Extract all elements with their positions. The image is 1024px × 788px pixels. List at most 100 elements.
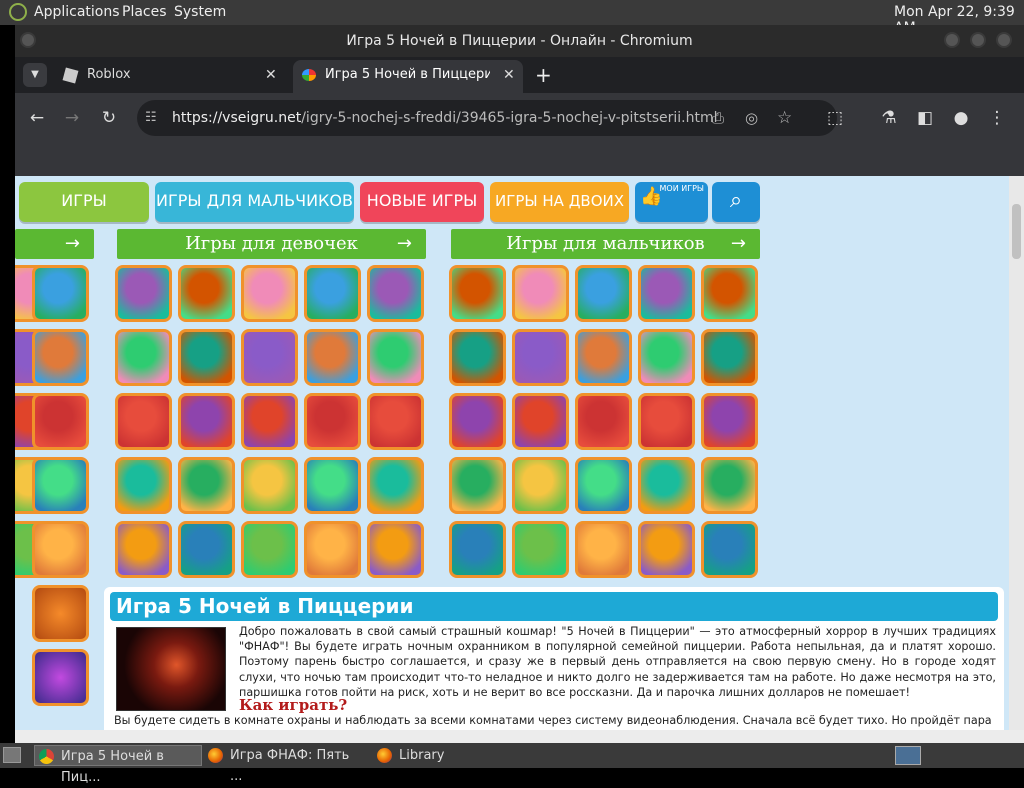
menu-system[interactable]: System	[174, 4, 226, 20]
game-thumbnail[interactable]	[638, 329, 695, 386]
show-desktop-icon[interactable]	[3, 747, 21, 763]
window-titlebar[interactable]: Игра 5 Ночей в Пиццерии - Онлайн - Chrom…	[15, 25, 1024, 57]
game-thumbnail[interactable]	[701, 521, 758, 578]
reload-icon[interactable]: ↻	[97, 106, 121, 130]
site-search-button[interactable]: ⌕	[712, 182, 760, 222]
game-thumbnail[interactable]	[701, 393, 758, 450]
game-thumbnail[interactable]	[241, 393, 298, 450]
game-thumbnail[interactable]	[575, 457, 632, 514]
game-thumbnail[interactable]	[638, 457, 695, 514]
site-info-icon[interactable]: ☷	[145, 100, 157, 136]
game-thumbnail[interactable]	[32, 649, 89, 706]
tab-search-button[interactable]: ▼	[23, 63, 47, 87]
game-thumbnail[interactable]	[575, 329, 632, 386]
game-thumbnail[interactable]	[367, 521, 424, 578]
category-header-partial[interactable]: →	[15, 229, 94, 259]
game-thumbnail[interactable]	[367, 457, 424, 514]
game-thumbnail[interactable]	[512, 521, 569, 578]
category-header-girls[interactable]: Игры для девочек →	[117, 229, 426, 259]
game-thumbnail[interactable]	[32, 521, 89, 578]
game-thumbnail[interactable]	[638, 265, 695, 322]
horizontal-scrollbar[interactable]	[15, 730, 1024, 743]
game-thumbnail[interactable]	[115, 457, 172, 514]
game-thumbnail[interactable]	[449, 393, 506, 450]
game-thumbnail[interactable]	[32, 265, 89, 322]
game-thumbnail[interactable]	[304, 265, 361, 322]
game-thumbnail[interactable]	[638, 521, 695, 578]
window-menu-button[interactable]	[20, 32, 36, 48]
game-thumbnail[interactable]	[241, 521, 298, 578]
nav-games-button[interactable]: ИГРЫ	[19, 182, 149, 222]
nav-new-games-button[interactable]: НОВЫЕ ИГРЫ	[360, 182, 484, 222]
close-tab-icon[interactable]: ✕	[503, 60, 515, 90]
game-thumbnail[interactable]	[367, 393, 424, 450]
game-thumbnail[interactable]	[304, 521, 361, 578]
taskbar-item-library[interactable]: Library	[373, 745, 533, 766]
game-thumbnail[interactable]	[512, 265, 569, 322]
forward-icon[interactable]: →	[60, 106, 84, 130]
game-thumbnail[interactable]	[115, 265, 172, 322]
game-thumbnail[interactable]	[241, 457, 298, 514]
profile-avatar-icon[interactable]: ●	[949, 106, 973, 130]
vertical-scrollbar[interactable]	[1009, 176, 1024, 730]
game-thumbnail[interactable]	[701, 265, 758, 322]
game-thumbnail[interactable]	[178, 265, 235, 322]
game-thumbnail[interactable]	[115, 329, 172, 386]
game-thumbnail[interactable]	[449, 521, 506, 578]
game-thumbnail[interactable]	[449, 265, 506, 322]
back-icon[interactable]: ←	[25, 106, 49, 130]
game-thumbnail[interactable]	[449, 329, 506, 386]
game-thumbnail[interactable]	[115, 521, 172, 578]
tab-roblox[interactable]: Roblox ✕	[55, 60, 285, 90]
game-thumbnail[interactable]	[701, 457, 758, 514]
game-thumbnail[interactable]	[32, 585, 89, 642]
labs-flask-icon[interactable]: ⚗	[877, 106, 901, 130]
game-thumbnail[interactable]	[178, 393, 235, 450]
game-thumbnail[interactable]	[575, 521, 632, 578]
game-cover-image[interactable]	[116, 627, 226, 711]
game-thumbnail[interactable]	[178, 329, 235, 386]
game-thumbnail[interactable]	[367, 265, 424, 322]
nav-boys-games-button[interactable]: ИГРЫ ДЛЯ МАЛЬЧИКОВ	[155, 182, 354, 222]
game-thumbnail[interactable]	[304, 457, 361, 514]
game-thumbnail[interactable]	[512, 393, 569, 450]
game-thumbnail[interactable]	[512, 457, 569, 514]
category-header-boys[interactable]: Игры для мальчиков →	[451, 229, 760, 259]
game-thumbnail[interactable]	[638, 393, 695, 450]
game-thumbnail[interactable]	[32, 393, 89, 450]
tab-fnaf[interactable]: Игра 5 Ночей в Пиццерии - ✕	[293, 60, 523, 93]
game-thumbnail[interactable]	[304, 329, 361, 386]
game-thumbnail[interactable]	[241, 329, 298, 386]
taskbar-item-chromium[interactable]: Игра 5 Ночей в Пиц...	[34, 745, 202, 785]
extensions-icon[interactable]: ⬚	[823, 106, 847, 130]
menu-applications[interactable]: Applications	[34, 4, 120, 20]
bookmark-star-icon[interactable]: ☆	[777, 100, 792, 136]
game-thumbnail[interactable]	[304, 393, 361, 450]
game-thumbnail[interactable]	[241, 265, 298, 322]
nav-my-games-button[interactable]: 👍 МОИ ИГРЫ	[635, 182, 708, 222]
game-thumbnail[interactable]	[701, 329, 758, 386]
game-thumbnail[interactable]	[367, 329, 424, 386]
kebab-menu-icon[interactable]: ⋮	[985, 106, 1009, 130]
taskbar-item-firefox-fnaf[interactable]: Игра ФНАФ: Пять ...	[204, 745, 364, 784]
side-panel-icon[interactable]: ◧	[913, 106, 937, 130]
new-tab-button[interactable]: +	[535, 60, 552, 90]
game-thumbnail[interactable]	[512, 329, 569, 386]
minimize-button[interactable]	[944, 32, 960, 48]
address-bar[interactable]: ☷ https://vseigru.net/igry-5-nochej-s-fr…	[137, 100, 837, 136]
game-thumbnail[interactable]	[115, 393, 172, 450]
game-thumbnail[interactable]	[178, 457, 235, 514]
distro-logo-icon[interactable]	[9, 3, 27, 21]
close-window-button[interactable]	[996, 32, 1012, 48]
workspace-switcher[interactable]	[895, 746, 921, 765]
game-thumbnail[interactable]	[575, 393, 632, 450]
tracking-eye-icon[interactable]: ◎	[745, 100, 758, 136]
game-thumbnail[interactable]	[178, 521, 235, 578]
game-thumbnail[interactable]	[575, 265, 632, 322]
game-thumbnail[interactable]	[449, 457, 506, 514]
game-thumbnail[interactable]	[32, 457, 89, 514]
scrollbar-thumb[interactable]	[1012, 204, 1021, 259]
nav-two-player-button[interactable]: ИГРЫ НА ДВОИХ	[490, 182, 629, 222]
maximize-button[interactable]	[970, 32, 986, 48]
close-tab-icon[interactable]: ✕	[265, 60, 277, 90]
